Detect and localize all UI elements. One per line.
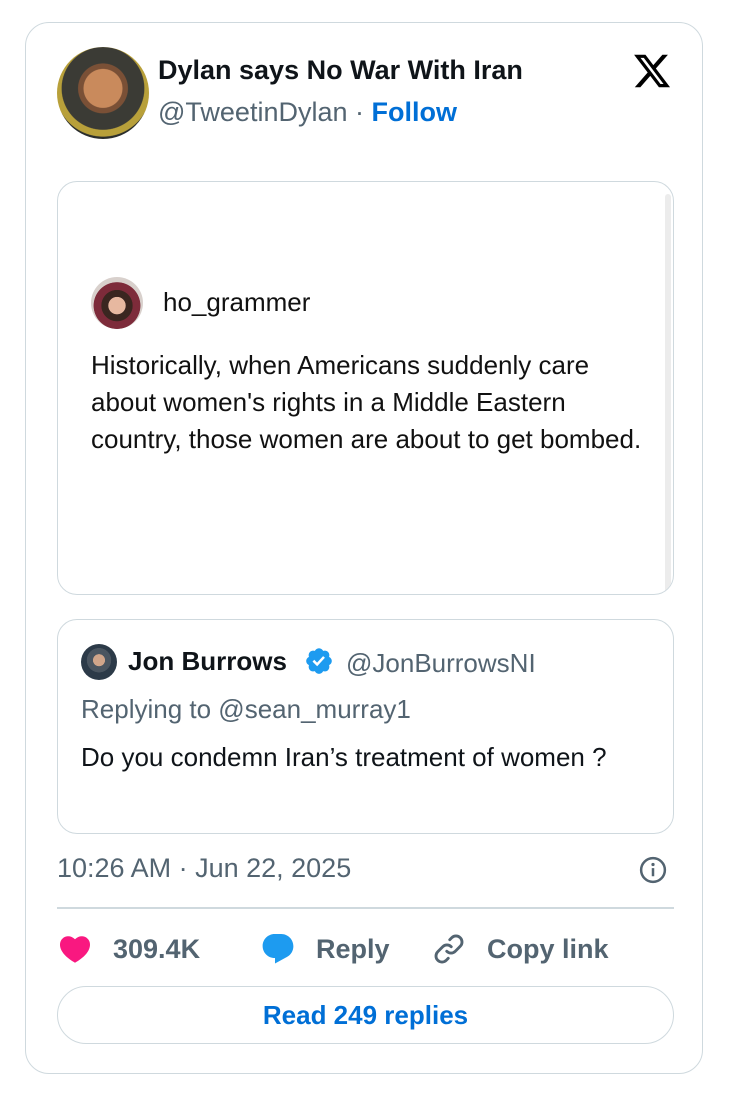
author-handle[interactable]: @TweetinDylan [158,97,348,127]
action-bar: 309.4K Reply Copy link [57,927,677,971]
info-icon[interactable] [638,855,668,885]
copy-link-label: Copy link [487,933,609,964]
media-username: ho_grammer [163,287,311,317]
tweet-card: Dylan says No War With Iran @TweetinDyla… [25,22,703,1074]
heart-icon [59,936,91,963]
media-post-text: Historically, when Americans suddenly ca… [91,350,642,454]
quoted-author-name: Jon Burrows [128,646,287,676]
quoted-tweet[interactable]: Jon Burrows @JonBurrowsNI Replying to @s… [57,619,674,834]
read-replies-button[interactable]: Read 249 replies [57,986,674,1044]
quoted-author-handle: @JonBurrowsNI [346,648,536,678]
quoted-tweet-text: Do you condemn Iran’s treatment of women… [81,742,607,772]
like-button[interactable]: 309.4K [57,927,200,971]
author-avatar[interactable] [57,47,149,139]
follow-button[interactable]: Follow [372,97,457,127]
media-user-avatar [91,277,143,329]
tweet-timestamp[interactable]: 10:26 AM · Jun 22, 2025 [57,853,351,884]
reply-bubble-icon [262,934,294,964]
x-logo-icon[interactable] [631,51,673,91]
author-handle-line: @TweetinDylan · Follow [158,97,457,128]
author-display-name[interactable]: Dylan says No War With Iran [158,55,523,86]
media-image[interactable]: ho_grammer Historically, when Americans … [57,181,674,595]
reply-label: Reply [316,933,390,964]
verified-badge-icon [306,648,332,674]
divider [57,907,674,909]
like-count: 309.4K [113,933,201,964]
replying-to: Replying to @sean_murray1 [81,694,411,724]
quoted-author-avatar [81,644,117,680]
media-scrollbar [665,194,671,594]
copy-link-button[interactable]: Copy link [431,927,609,971]
handle-separator: · [355,97,365,127]
reply-button[interactable]: Reply [260,927,390,971]
link-icon [434,934,464,964]
